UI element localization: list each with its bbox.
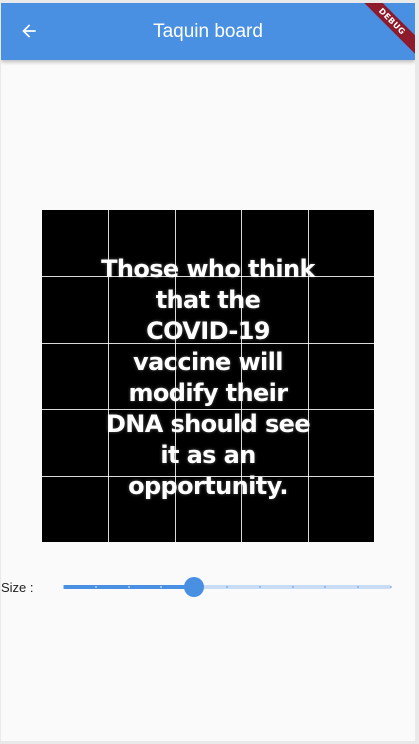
taquin-board[interactable]: Those who think that the COVID-19 vaccine w…	[42, 210, 374, 542]
puzzle-image-text: Those who think that the COVID-19 vaccine w…	[42, 210, 374, 542]
tile-divider-horizontal	[42, 276, 374, 277]
slider-thumb[interactable]	[184, 577, 205, 597]
puzzle-text-line: modify their	[128, 379, 288, 407]
tile-divider-horizontal	[42, 343, 374, 344]
app-bar: Taquin board	[1, 3, 415, 60]
puzzle-text-line: vaccine will	[133, 348, 283, 376]
tile-divider-vertical	[175, 210, 176, 542]
slider-tick	[258, 586, 261, 588]
tile-divider-horizontal	[42, 476, 374, 477]
tile-divider-vertical	[241, 210, 242, 542]
slider-tick	[62, 586, 64, 588]
puzzle-text-line: Those who think	[101, 255, 315, 283]
size-label: Size :	[1, 580, 34, 595]
slider-tick	[291, 586, 294, 588]
page-title: Taquin board	[153, 21, 263, 42]
tile-divider-vertical	[108, 210, 109, 542]
puzzle-text-line: that the	[155, 286, 261, 314]
slider-tick	[226, 586, 228, 588]
tile-divider-vertical	[308, 210, 309, 542]
size-slider[interactable]	[61, 573, 393, 601]
slider-tick	[390, 586, 392, 588]
slider-tick	[127, 586, 130, 588]
slider-tick	[94, 586, 97, 588]
puzzle-text-line: DNA should see	[105, 410, 311, 438]
tile-divider-horizontal	[42, 409, 374, 410]
screen: Taquin board DEBUG Those who think that t…	[1, 3, 415, 741]
